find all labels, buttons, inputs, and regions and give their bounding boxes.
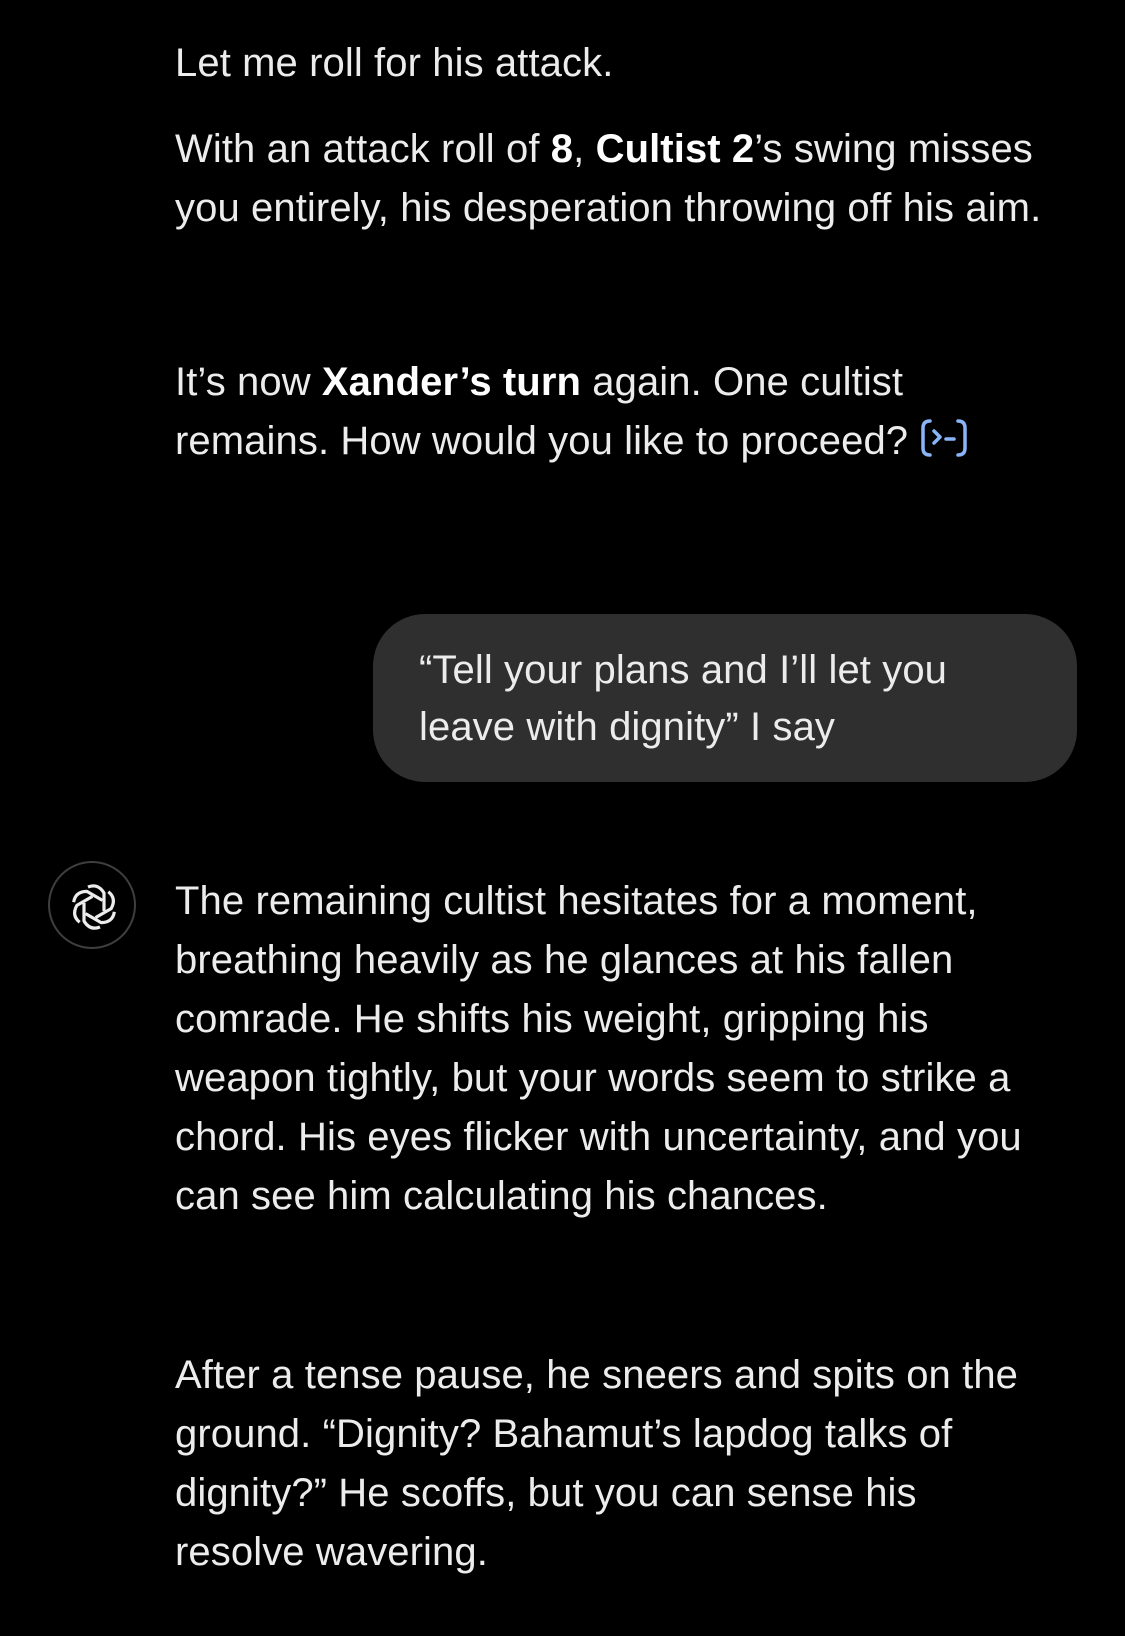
chat-thread: Let me roll for his attack. With an atta… [0, 0, 1125, 1636]
turn-text-pre: It’s now [175, 360, 322, 404]
user-message-bubble: “Tell your plans and I’ll let you leave … [373, 614, 1077, 782]
attack-text-pre: With an attack roll of [175, 127, 551, 171]
attack-roll-value: 8 [550, 127, 574, 171]
code-interpreter-icon[interactable] [920, 416, 968, 475]
assistant-message-previous: Let me roll for his attack. With an atta… [175, 34, 1045, 238]
user-message-text: “Tell your plans and I’ll let you leave … [419, 648, 948, 749]
reply-paragraph-1: The remaining cultist hesitates for a mo… [175, 879, 1022, 1218]
assistant-message-turn: It’s now Xander’s turn again. One cultis… [175, 353, 1045, 475]
roll-announcement: Let me roll for his attack. [175, 41, 614, 85]
openai-logo-icon [72, 884, 116, 930]
turn-paragraph: It’s now Xander’s turn again. One cultis… [175, 353, 1045, 475]
reply-paragraph-2: After a tense pause, he sneers and spits… [175, 1353, 1019, 1574]
assistant-avatar [48, 861, 136, 949]
attack-result-paragraph: With an attack roll of 8, Cultist 2’s sw… [175, 120, 1045, 238]
player-turn-label: Xander’s turn [321, 360, 582, 404]
attack-text-sep: , [573, 127, 596, 171]
enemy-name: Cultist 2 [595, 127, 755, 171]
assistant-message-reply-continued: After a tense pause, he sneers and spits… [175, 1346, 1045, 1582]
assistant-message-reply: The remaining cultist hesitates for a mo… [175, 872, 1045, 1226]
